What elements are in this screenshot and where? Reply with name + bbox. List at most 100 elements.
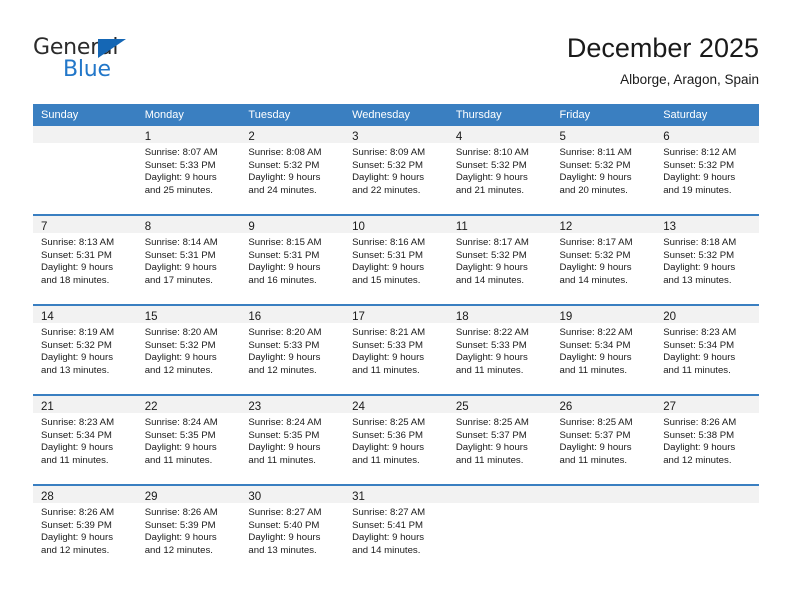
sunrise-text: Sunrise: 8:24 AM xyxy=(144,417,218,428)
calendar-day-cell-empty xyxy=(655,484,759,574)
calendar-day-cell[interactable]: 24 Sunrise: 8:25 AM Sunset: 5:36 PM Dayligh… xyxy=(344,394,448,485)
day-cell-inner xyxy=(655,486,759,574)
day-number-band xyxy=(655,486,759,503)
daylight-text-line1: Daylight: 9 hours xyxy=(455,442,528,454)
day-number: 13 xyxy=(663,221,677,233)
daylight-text-line1: Daylight: 9 hours xyxy=(41,442,113,454)
calendar-day-cell[interactable]: 27 Sunrise: 8:26 AM Sunset: 5:38 PM Dayligh… xyxy=(655,394,759,485)
daylight-text-line1: Daylight: 9 hours xyxy=(144,532,217,544)
calendar-day-cell[interactable]: 29 Sunrise: 8:26 AM Sunset: 5:39 PM Dayligh… xyxy=(136,484,241,574)
daylight-text-line2: and 14 minutes. xyxy=(352,544,421,556)
daylight-text-line2: and 19 minutes. xyxy=(663,184,732,196)
daylight-text-line2: and 11 minutes. xyxy=(559,364,628,376)
daylight-text-line1: Daylight: 9 hours xyxy=(41,262,113,274)
calendar-day-cell[interactable]: 28 Sunrise: 8:26 AM Sunset: 5:39 PM Dayligh… xyxy=(33,484,137,574)
sunrise-text: Sunrise: 8:22 AM xyxy=(455,327,529,338)
calendar-table: Sunday Monday Tuesday Wednesday Thursday… xyxy=(33,104,759,574)
calendar-day-cell[interactable]: 6 Sunrise: 8:12 AM Sunset: 5:32 PM Daylight… xyxy=(655,126,759,215)
day-number: 21 xyxy=(41,401,54,413)
daylight-text-line1: Daylight: 9 hours xyxy=(352,442,425,454)
calendar-day-cell[interactable]: 19 Sunrise: 8:22 AM Sunset: 5:34 PM Dayligh… xyxy=(551,304,656,395)
calendar-day-cell[interactable]: 7 Sunrise: 8:13 AM Sunset: 5:31 PM Daylight… xyxy=(33,214,137,305)
day-number-band: 24 xyxy=(344,396,448,413)
calendar-week-row: 14 Sunrise: 8:19 AM Sunset: 5:32 PM Dayligh… xyxy=(33,304,759,395)
calendar-day-cell[interactable]: 25 Sunrise: 8:25 AM Sunset: 5:37 PM Dayligh… xyxy=(447,394,552,485)
day-cell-details: Sunrise: 8:27 AM Sunset: 5:40 PM Daylight:… xyxy=(240,503,344,557)
day-number-band: 2 xyxy=(240,126,345,143)
day-number-band: 16 xyxy=(240,306,345,323)
calendar-day-cell[interactable]: 31 Sunrise: 8:27 AM Sunset: 5:41 PM Dayligh… xyxy=(344,484,448,574)
day-number-band: 9 xyxy=(240,216,345,233)
sunset-text: Sunset: 5:31 PM xyxy=(248,249,320,261)
day-cell-details: Sunrise: 8:17 AM Sunset: 5:32 PM Daylight:… xyxy=(552,233,656,287)
daylight-text-line2: and 18 minutes. xyxy=(41,274,110,286)
calendar-day-cell[interactable]: 10 Sunrise: 8:16 AM Sunset: 5:31 PM Dayligh… xyxy=(344,214,448,305)
day-number: 29 xyxy=(144,491,158,503)
sunrise-text: Sunrise: 8:18 AM xyxy=(663,237,737,248)
day-cell-details: Sunrise: 8:15 AM Sunset: 5:31 PM Daylight:… xyxy=(240,233,344,287)
daylight-text-line1: Daylight: 9 hours xyxy=(144,172,217,184)
daylight-text-line1: Daylight: 9 hours xyxy=(663,172,736,184)
day-cell-details: Sunrise: 8:10 AM Sunset: 5:32 PM Daylight:… xyxy=(448,143,552,197)
sunset-text: Sunset: 5:35 PM xyxy=(248,429,320,441)
daylight-text-line1: Daylight: 9 hours xyxy=(352,352,425,364)
sunset-text: Sunset: 5:33 PM xyxy=(352,339,424,351)
calendar-day-cell[interactable]: 8 Sunrise: 8:14 AM Sunset: 5:31 PM Daylight… xyxy=(136,214,241,305)
general-blue-logo[interactable]: General Blue xyxy=(33,36,163,84)
calendar-day-cell[interactable]: 30 Sunrise: 8:27 AM Sunset: 5:40 PM Dayligh… xyxy=(240,484,345,574)
day-cell-details: Sunrise: 8:19 AM Sunset: 5:32 PM Daylight:… xyxy=(33,323,137,377)
day-number-band: 11 xyxy=(447,216,552,233)
sunset-text: Sunset: 5:35 PM xyxy=(144,429,216,441)
calendar-day-cell[interactable]: 2 Sunrise: 8:08 AM Sunset: 5:32 PM Daylight… xyxy=(240,126,345,215)
daylight-text-line1: Daylight: 9 hours xyxy=(663,352,736,364)
sunrise-text: Sunrise: 8:19 AM xyxy=(41,327,115,338)
day-cell-inner: 13 Sunrise: 8:18 AM Sunset: 5:32 PM Dayligh… xyxy=(655,216,759,304)
day-cell-details: Sunrise: 8:22 AM Sunset: 5:34 PM Daylight:… xyxy=(552,323,656,377)
calendar-page: General Blue December 2025 Alborge, Arag… xyxy=(0,0,792,612)
calendar-day-cell[interactable]: 13 Sunrise: 8:18 AM Sunset: 5:32 PM Dayligh… xyxy=(655,214,759,305)
calendar-day-cell[interactable]: 21 Sunrise: 8:23 AM Sunset: 5:34 PM Dayligh… xyxy=(33,394,137,485)
day-number: 19 xyxy=(559,311,573,323)
day-number-band: 30 xyxy=(240,486,345,503)
day-number: 27 xyxy=(663,401,677,413)
day-number-band: 1 xyxy=(136,126,241,143)
calendar-day-cell[interactable]: 16 Sunrise: 8:20 AM Sunset: 5:33 PM Dayligh… xyxy=(240,304,345,395)
calendar-day-cell[interactable]: 17 Sunrise: 8:21 AM Sunset: 5:33 PM Dayligh… xyxy=(344,304,448,395)
page-title: December 2025 xyxy=(566,33,759,63)
calendar-day-cell[interactable]: 14 Sunrise: 8:19 AM Sunset: 5:32 PM Dayligh… xyxy=(33,304,137,395)
daylight-text-line2: and 11 minutes. xyxy=(41,454,109,466)
sunset-text: Sunset: 5:32 PM xyxy=(663,249,735,261)
sunset-text: Sunset: 5:32 PM xyxy=(41,339,112,351)
calendar-day-cell[interactable]: 4 Sunrise: 8:10 AM Sunset: 5:32 PM Daylight… xyxy=(447,126,552,215)
daylight-text-line2: and 11 minutes. xyxy=(352,364,420,376)
day-cell-details: Sunrise: 8:26 AM Sunset: 5:39 PM Daylight:… xyxy=(137,503,241,557)
calendar-day-cell[interactable]: 18 Sunrise: 8:22 AM Sunset: 5:33 PM Dayligh… xyxy=(447,304,552,395)
calendar-day-cell[interactable]: 22 Sunrise: 8:24 AM Sunset: 5:35 PM Dayligh… xyxy=(136,394,241,485)
day-cell-inner: 2 Sunrise: 8:08 AM Sunset: 5:32 PM Daylight… xyxy=(240,126,345,214)
day-cell-details xyxy=(33,143,137,147)
calendar-day-cell[interactable]: 23 Sunrise: 8:24 AM Sunset: 5:35 PM Dayligh… xyxy=(240,394,345,485)
logo-text-blue: Blue xyxy=(63,57,111,82)
day-number: 7 xyxy=(41,221,48,233)
day-cell-inner: 25 Sunrise: 8:25 AM Sunset: 5:37 PM Dayligh… xyxy=(447,396,552,484)
day-number-band: 26 xyxy=(551,396,656,413)
daylight-text-line1: Daylight: 9 hours xyxy=(352,532,425,544)
daylight-text-line2: and 20 minutes. xyxy=(559,184,628,196)
calendar-day-cell[interactable]: 11 Sunrise: 8:17 AM Sunset: 5:32 PM Dayligh… xyxy=(447,214,552,305)
day-number-band: 4 xyxy=(447,126,552,143)
sunset-text: Sunset: 5:31 PM xyxy=(144,249,216,261)
calendar-day-cell[interactable]: 20 Sunrise: 8:23 AM Sunset: 5:34 PM Dayligh… xyxy=(655,304,759,395)
day-number: 2 xyxy=(248,131,255,143)
calendar-day-cell[interactable]: 3 Sunrise: 8:09 AM Sunset: 5:32 PM Daylight… xyxy=(344,126,448,215)
calendar-day-cell[interactable]: 5 Sunrise: 8:11 AM Sunset: 5:32 PM Daylight… xyxy=(551,126,656,215)
calendar-day-cell[interactable]: 26 Sunrise: 8:25 AM Sunset: 5:37 PM Dayligh… xyxy=(551,394,656,485)
calendar-day-cell[interactable]: 15 Sunrise: 8:20 AM Sunset: 5:32 PM Dayligh… xyxy=(136,304,241,395)
day-cell-details: Sunrise: 8:25 AM Sunset: 5:37 PM Daylight:… xyxy=(552,413,656,467)
sunrise-text: Sunrise: 8:11 AM xyxy=(559,147,632,158)
day-number: 11 xyxy=(455,221,468,233)
daylight-text-line2: and 11 minutes. xyxy=(455,454,524,466)
calendar-day-cell[interactable]: 9 Sunrise: 8:15 AM Sunset: 5:31 PM Daylight… xyxy=(240,214,345,305)
title-block: December 2025 Alborge, Aragon, Spain xyxy=(567,32,759,90)
calendar-day-cell[interactable]: 12 Sunrise: 8:17 AM Sunset: 5:32 PM Dayligh… xyxy=(551,214,656,305)
calendar-day-cell[interactable]: 1 Sunrise: 8:07 AM Sunset: 5:33 PM Daylight… xyxy=(136,126,241,215)
